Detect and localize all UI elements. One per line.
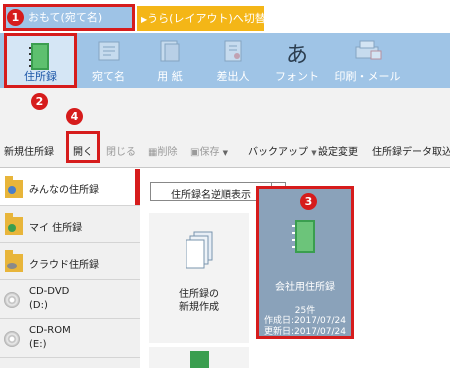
card-title: 会社用住所録 <box>275 282 335 293</box>
sidebar-item-cloud[interactable]: クラウド住所録 <box>0 244 140 280</box>
address-book-list: 住所録名逆順表示 ▼ 住所録の 新規作成 会社用住所録 25件 作成日:2017… <box>140 169 450 368</box>
ribbon-label: 差出人 <box>216 70 250 83</box>
sort-value: 住所録名逆順表示 <box>171 190 251 201</box>
step-marker-2: 2 <box>31 93 48 110</box>
addressee-icon <box>98 41 119 61</box>
open-highlight <box>66 131 100 163</box>
paper-icon <box>160 40 180 62</box>
chevron-down-icon: ▼ <box>222 149 229 157</box>
new-address-book-card[interactable]: 住所録の 新規作成 <box>149 213 249 343</box>
chevron-down-icon: ▼ <box>311 149 317 157</box>
new-document-icon <box>186 231 213 269</box>
address-book-card-partial[interactable] <box>149 347 249 368</box>
ribbon-font[interactable]: あ フォント <box>266 33 328 88</box>
folder-icon <box>5 176 23 198</box>
ribbon-label: 宛て名 <box>92 70 125 83</box>
ribbon: 住所録 宛て名 用 紙 差出人 あ フォント 印刷・メール <box>0 33 450 88</box>
step-marker-4: 4 <box>66 108 83 125</box>
ribbon-paper[interactable]: 用 紙 <box>140 33 200 88</box>
print-mail-icon <box>355 40 381 60</box>
sidebar-item-label: みんなの住所録 <box>29 185 99 196</box>
new-address-book-button[interactable]: 新規住所録 <box>4 143 54 158</box>
settings-button[interactable]: 設定変更 <box>318 143 358 158</box>
sidebar-item-label: CD-ROM <box>29 325 71 336</box>
backup-label: バックアップ <box>248 147 308 158</box>
ribbon-sender[interactable]: 差出人 <box>203 33 263 88</box>
ribbon-print-mail[interactable]: 印刷・メール <box>331 33 404 88</box>
delete-label: 削除 <box>157 147 178 158</box>
sidebar-item-label: CD-DVD <box>29 286 70 297</box>
folder-user-icon <box>5 213 23 235</box>
sidebar-item-shared[interactable]: みんなの住所録 <box>0 169 140 206</box>
new-card-line2: 新規作成 <box>179 302 219 313</box>
import-button[interactable]: 住所録データ取込 <box>372 143 450 158</box>
tab-front-label: おもて(宛て名) <box>28 11 103 24</box>
mode-tab-bar: おもて(宛て名) ▶うら(レイアウト)へ切替 <box>0 0 450 33</box>
sidebar-item-cd-rom[interactable]: CD-ROM (E:) <box>0 320 140 358</box>
ribbon-label: フォント <box>275 70 319 83</box>
sidebar-item-my[interactable]: マイ 住所録 <box>0 207 140 243</box>
disc-icon <box>4 292 20 308</box>
sidebar-item-sub: (E:) <box>29 339 47 350</box>
sidebar-item-label: クラウド住所録 <box>29 260 99 271</box>
address-book-icon <box>292 220 315 253</box>
sender-icon <box>224 40 242 62</box>
folder-cloud-icon <box>5 250 23 272</box>
save-label: 保存 <box>199 147 220 158</box>
ribbon-label: 住所録 <box>24 70 57 83</box>
step-marker-1: 1 <box>7 9 24 26</box>
card-updated: 更新日:2017/07/24 <box>264 327 346 337</box>
sidebar-item-label: マイ 住所録 <box>29 223 83 234</box>
address-book-icon <box>190 351 209 368</box>
ribbon-address-book[interactable]: 住所録 <box>4 33 77 88</box>
save-button[interactable]: ▣保存 ▼ <box>190 143 228 158</box>
new-card-line1: 住所録の <box>179 289 219 300</box>
delete-button[interactable]: ▦削除 <box>148 143 177 158</box>
sidebar-item-cd-dvd[interactable]: CD-DVD (D:) <box>0 281 140 319</box>
ribbon-label: 用 紙 <box>157 70 183 83</box>
sidebar-item-sub: (D:) <box>29 300 48 311</box>
close-button[interactable]: 閉じる <box>106 143 136 158</box>
font-icon: あ <box>285 43 309 68</box>
disc-icon <box>4 331 20 347</box>
backup-button[interactable]: バックアップ ▼ <box>248 143 317 158</box>
ribbon-addressee[interactable]: 宛て名 <box>80 33 137 88</box>
tab-back-label: うら(レイアウト)へ切替 <box>147 12 266 25</box>
sidebar: みんなの住所録 マイ 住所録 クラウド住所録 CD-DVD (D:) CD-RO… <box>0 169 140 368</box>
step-marker-3: 3 <box>300 193 317 210</box>
toolbar: 新規住所録 開く 閉じる ▦削除 ▣保存 ▼ バックアップ ▼ 設定変更 住所録… <box>0 88 450 168</box>
tab-switch-back[interactable]: ▶うら(レイアウト)へ切替 <box>137 6 266 31</box>
ribbon-label: 印刷・メール <box>334 70 401 83</box>
